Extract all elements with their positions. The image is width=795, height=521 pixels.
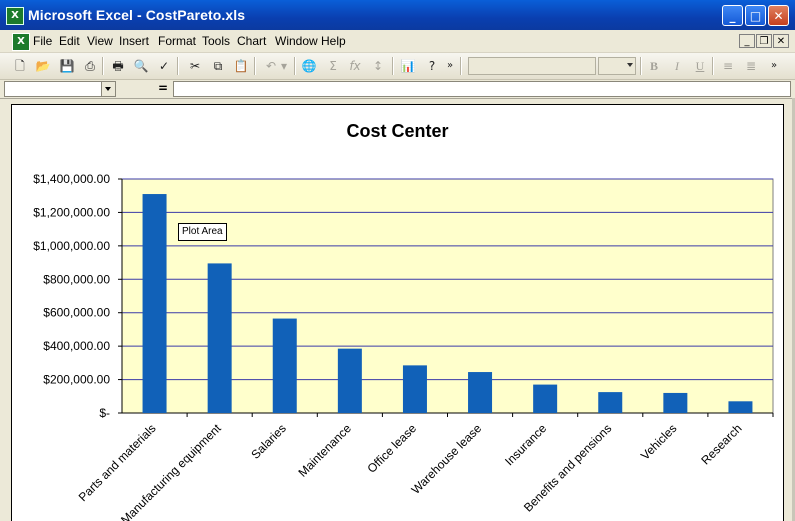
bar[interactable]: [663, 392, 688, 413]
y-tick-label: $400,000.00: [43, 339, 110, 353]
y-tick-label: $-: [99, 406, 110, 420]
cost-center-chart[interactable]: $- $200,000.00 $400,000.00 $600,000.00 $800,…: [0, 0, 795, 521]
bar[interactable]: [468, 372, 493, 413]
y-tick-label: $1,400,000.00: [33, 172, 110, 186]
x-tick-label: Vehicles: [638, 421, 680, 463]
y-tick-label: $1,200,000.00: [33, 205, 110, 219]
y-tick-label: $200,000.00: [43, 373, 110, 387]
bar[interactable]: [337, 348, 362, 413]
bar[interactable]: [142, 194, 167, 413]
bar[interactable]: [598, 392, 623, 413]
x-tick-label: Warehouse lease: [409, 421, 485, 497]
tooltip: Plot Area: [178, 223, 227, 241]
y-tick-label: $600,000.00: [43, 306, 110, 320]
x-tick-label: Maintenance: [295, 421, 354, 480]
bar[interactable]: [402, 365, 427, 413]
x-tick-label: Office lease: [365, 421, 420, 476]
bar[interactable]: [728, 401, 753, 413]
bar[interactable]: [272, 318, 297, 413]
y-tick-label: $1,000,000.00: [33, 239, 110, 253]
y-tick-label: $800,000.00: [43, 272, 110, 286]
x-tick-label: Research: [698, 421, 744, 467]
bar[interactable]: [533, 384, 558, 413]
x-tick-label: Insurance: [502, 421, 549, 468]
x-tick-label: Salaries: [248, 421, 289, 462]
bar[interactable]: [207, 263, 232, 413]
